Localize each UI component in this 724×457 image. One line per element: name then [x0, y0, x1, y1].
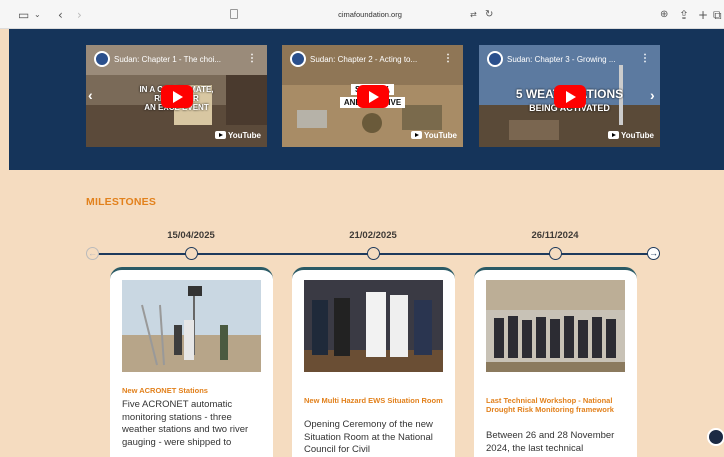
- video-card-1[interactable]: Sudan: Chapter 1 - The choi... ⋮ IN A CH…: [86, 45, 267, 147]
- tabs-overview-icon[interactable]: ⧉: [713, 7, 722, 23]
- milestone-date: 26/11/2024: [531, 230, 579, 241]
- video-card-2[interactable]: Sudan: Chapter 2 - Acting to... ⋮ SHA EL…: [282, 45, 463, 147]
- chevron-down-icon[interactable]: ⌄: [34, 7, 41, 23]
- sidebar-toggle-icon[interactable]: ▭: [18, 7, 29, 23]
- milestone-card-2[interactable]: New Multi Hazard EWS Situation Room Open…: [292, 267, 455, 457]
- accessibility-icon[interactable]: [707, 428, 724, 446]
- milestone-card-1[interactable]: New ACRONET Stations Five ACRONET automa…: [110, 267, 273, 457]
- more-menu-icon[interactable]: ⋮: [443, 53, 453, 64]
- milestone-photo: [122, 280, 261, 372]
- reload-icon[interactable]: ↻: [485, 7, 493, 23]
- milestone-text: Opening Ceremony of the new Situation Ro…: [304, 419, 433, 455]
- play-button[interactable]: [554, 85, 586, 108]
- milestone-title: Last Technical Workshop - National Droug…: [486, 396, 614, 414]
- milestone-photo: [486, 280, 625, 372]
- milestone-text: Five ACRONET automatic monitoring statio…: [122, 399, 249, 448]
- youtube-logo[interactable]: YouTube: [214, 131, 261, 140]
- timeline-prev-icon[interactable]: ←: [86, 247, 99, 260]
- video-card-3[interactable]: Sudan: Chapter 3 - Growing ... ⋮ 5 WEATH…: [479, 45, 660, 147]
- browser-toolbar: ▭ ⌄ ‹ › cimafoundation.org ⇄ ↻ ⊕ ⇪ + ⧉: [0, 0, 724, 29]
- video-title: Sudan: Chapter 2 - Acting to...: [310, 55, 418, 64]
- play-button[interactable]: [161, 85, 193, 108]
- video-strip: Sudan: Chapter 1 - The choi... ⋮ IN A CH…: [9, 29, 724, 170]
- channel-logo: [290, 51, 306, 67]
- milestone-date: 15/04/2025: [167, 230, 215, 241]
- new-tab-icon[interactable]: +: [698, 7, 708, 23]
- timeline-next-icon[interactable]: →: [647, 247, 660, 260]
- timeline-node[interactable]: [185, 247, 198, 260]
- milestone-date: 21/02/2025: [349, 230, 397, 241]
- translate-icon[interactable]: ⇄: [470, 7, 477, 23]
- video-title: Sudan: Chapter 3 - Growing ...: [507, 55, 616, 64]
- milestone-card-3[interactable]: Last Technical Workshop - National Droug…: [474, 267, 637, 457]
- carousel-prev-icon[interactable]: ‹: [88, 87, 93, 103]
- milestone-text: Between 26 and 28 November 2024, the las…: [486, 430, 615, 454]
- more-menu-icon[interactable]: ⋮: [640, 53, 650, 64]
- timeline-node[interactable]: [367, 247, 380, 260]
- play-button[interactable]: [357, 85, 389, 108]
- channel-logo: [487, 51, 503, 67]
- youtube-logo[interactable]: YouTube: [607, 131, 654, 140]
- milestone-title: New Multi Hazard EWS Situation Room: [304, 396, 443, 405]
- download-icon[interactable]: ⊕: [660, 7, 668, 23]
- channel-logo: [94, 51, 110, 67]
- forward-icon[interactable]: ›: [77, 7, 82, 23]
- timeline-node[interactable]: [549, 247, 562, 260]
- carousel-next-icon[interactable]: ›: [650, 87, 655, 103]
- milestone-photo: [304, 280, 443, 372]
- back-icon[interactable]: ‹: [58, 7, 63, 23]
- youtube-logo[interactable]: YouTube: [410, 131, 457, 140]
- share-icon[interactable]: ⇪: [679, 7, 689, 23]
- more-menu-icon[interactable]: ⋮: [247, 53, 257, 64]
- milestones-heading: MILESTONES: [86, 196, 157, 208]
- milestone-title: New ACRONET Stations: [122, 386, 208, 395]
- video-title: Sudan: Chapter 1 - The choi...: [114, 55, 222, 64]
